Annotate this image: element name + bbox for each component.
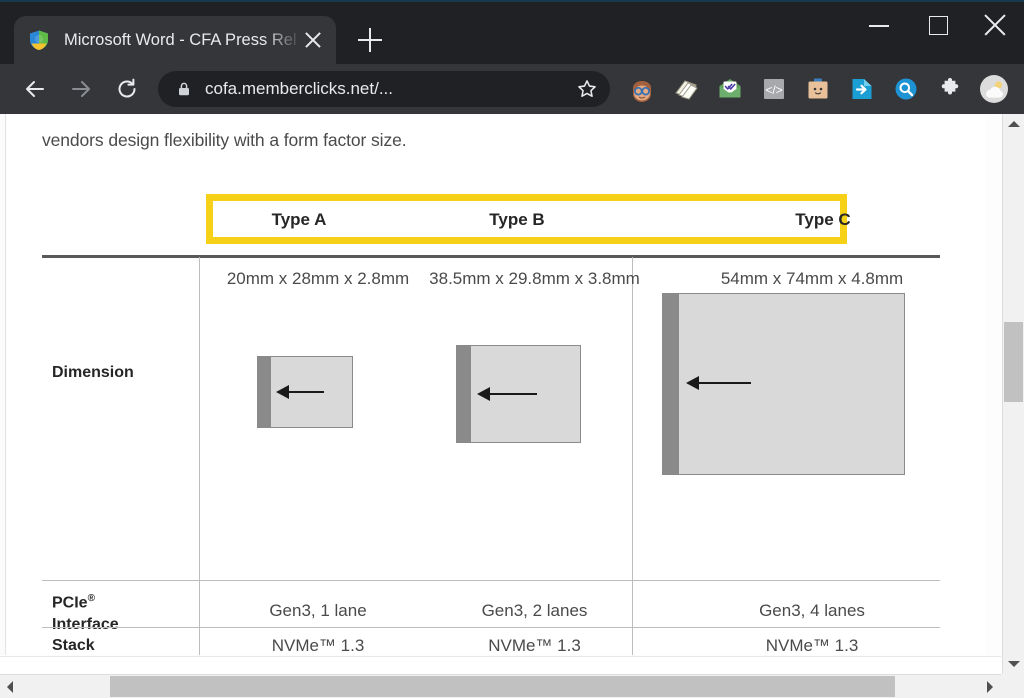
column-divider-2	[632, 257, 634, 580]
card-diagram-type-c	[662, 293, 905, 475]
url-text[interactable]: cofa.memberclicks.net/...	[205, 79, 568, 99]
cell-dimension-type-c: 54mm x 74mm x 4.8mm	[720, 269, 904, 288]
column-header-type-c: Type C	[795, 210, 851, 229]
cell-pcie-type-a: Gen3, 1 lane	[269, 601, 367, 620]
cell-pcie-type-c: Gen3, 4 lanes	[759, 601, 865, 620]
page-left-margin	[0, 114, 6, 655]
column-header-type-b: Type B	[489, 210, 545, 229]
row-rule-1	[42, 580, 940, 582]
spec-table: Type A Type B Type C Dimension 20mm x 28…	[42, 190, 940, 655]
vertical-scrollbar[interactable]	[1002, 114, 1024, 674]
row-label-dimension: Dimension	[52, 364, 134, 381]
row-label-stack: Stack	[52, 637, 95, 654]
address-bar[interactable]: cofa.memberclicks.net/...	[158, 71, 610, 107]
card-diagram-type-b	[456, 345, 581, 443]
shield-icon	[28, 29, 50, 51]
chevron-left-icon	[7, 680, 13, 693]
svg-text:</>: </>	[765, 83, 782, 97]
card-edge-connector	[258, 357, 271, 427]
column-divider-3	[199, 581, 201, 655]
cell-dimension-type-b: 38.5mm x 29.8mm x 3.8mm	[429, 269, 640, 288]
puzzle-extensions-icon[interactable]	[928, 67, 972, 111]
cell-stack-type-c: NVMe™ 1.3	[765, 636, 859, 655]
card-arrow-line	[699, 382, 751, 384]
column-header-type-a: Type A	[271, 210, 327, 229]
tab-title: Microsoft Word - CFA Press Rel	[64, 30, 296, 49]
clipped-text-line	[43, 114, 743, 116]
star-icon[interactable]	[576, 78, 598, 100]
new-tab-button[interactable]	[350, 20, 390, 60]
close-tab-icon[interactable]	[300, 27, 326, 53]
scroll-down-button[interactable]	[1003, 654, 1024, 674]
chevron-down-icon	[1007, 661, 1020, 667]
export-extension-icon[interactable]	[840, 67, 884, 111]
card-arrow-line	[288, 391, 324, 393]
browser-menu-button[interactable]	[1018, 70, 1024, 108]
registered-mark: ®	[87, 593, 95, 604]
browser-tab[interactable]: Microsoft Word - CFA Press Rel	[14, 16, 336, 64]
card-edge-connector	[457, 346, 471, 442]
cell-stack-type-b: NVMe™ 1.3	[488, 636, 581, 655]
horizontal-scroll-thumb[interactable]	[110, 676, 895, 697]
browser-toolbar: cofa.memberclicks.net/... </>	[0, 64, 1024, 114]
scroll-left-button[interactable]	[0, 675, 20, 698]
search-extension-icon[interactable]	[884, 67, 928, 111]
code-extension-icon[interactable]: </>	[752, 67, 796, 111]
mail-extension-icon[interactable]	[708, 67, 752, 111]
page-bottom-gap	[0, 656, 1001, 674]
row-label-interface-text: Interface	[52, 616, 119, 634]
cell-pcie-type-b: Gen3, 2 lanes	[481, 601, 588, 620]
card-arrow-head	[477, 387, 490, 401]
box-extension-icon[interactable]	[796, 67, 840, 111]
card-diagram-type-a	[257, 356, 353, 428]
forward-button[interactable]	[62, 70, 100, 108]
cell-stack-type-a: NVMe™ 1.3	[271, 636, 365, 655]
chevron-right-icon	[987, 680, 993, 693]
lock-icon	[176, 81, 192, 97]
extension-icons: </>	[620, 67, 1024, 111]
chevron-up-icon	[1007, 121, 1020, 127]
browser-window: Microsoft Word - CFA Press Rel cofa.memb…	[0, 0, 1024, 698]
vertical-scroll-thumb[interactable]	[1004, 322, 1023, 402]
reload-button[interactable]	[108, 70, 146, 108]
minimize-button[interactable]	[850, 0, 908, 50]
close-window-button[interactable]	[966, 0, 1024, 50]
row-rule-2	[42, 627, 940, 629]
scroll-up-button[interactable]	[1003, 114, 1024, 134]
scroll-right-button[interactable]	[980, 675, 1000, 698]
table-top-rule	[42, 255, 940, 258]
card-arrow-head	[276, 385, 289, 399]
page-viewport: vendors design flexibility with a form f…	[0, 114, 1024, 698]
intro-paragraph: vendors design flexibility with a form f…	[42, 130, 407, 150]
tab-strip: Microsoft Word - CFA Press Rel	[0, 0, 1024, 64]
card-arrow-line	[489, 393, 537, 395]
avatar-extension-icon[interactable]	[620, 67, 664, 111]
pages-extension-icon[interactable]	[664, 67, 708, 111]
maximize-button[interactable]	[908, 0, 966, 50]
horizontal-scrollbar[interactable]	[0, 674, 1024, 698]
scrollbar-corner	[1001, 674, 1024, 698]
weather-avatar-icon[interactable]	[972, 67, 1016, 111]
card-arrow-head	[686, 376, 699, 390]
back-button[interactable]	[16, 70, 54, 108]
window-controls	[850, 0, 1024, 50]
card-edge-connector	[663, 294, 679, 474]
table-header-row: Type A Type B Type C	[42, 190, 940, 248]
document-page: vendors design flexibility with a form f…	[7, 114, 985, 655]
row-label-pcie-text: PCIe	[52, 594, 88, 612]
column-divider-1	[199, 257, 201, 580]
cell-dimension-type-a: 20mm x 28mm x 2.8mm	[226, 269, 410, 288]
row-label-pcie-interface: PCIe® Interface	[52, 588, 197, 636]
